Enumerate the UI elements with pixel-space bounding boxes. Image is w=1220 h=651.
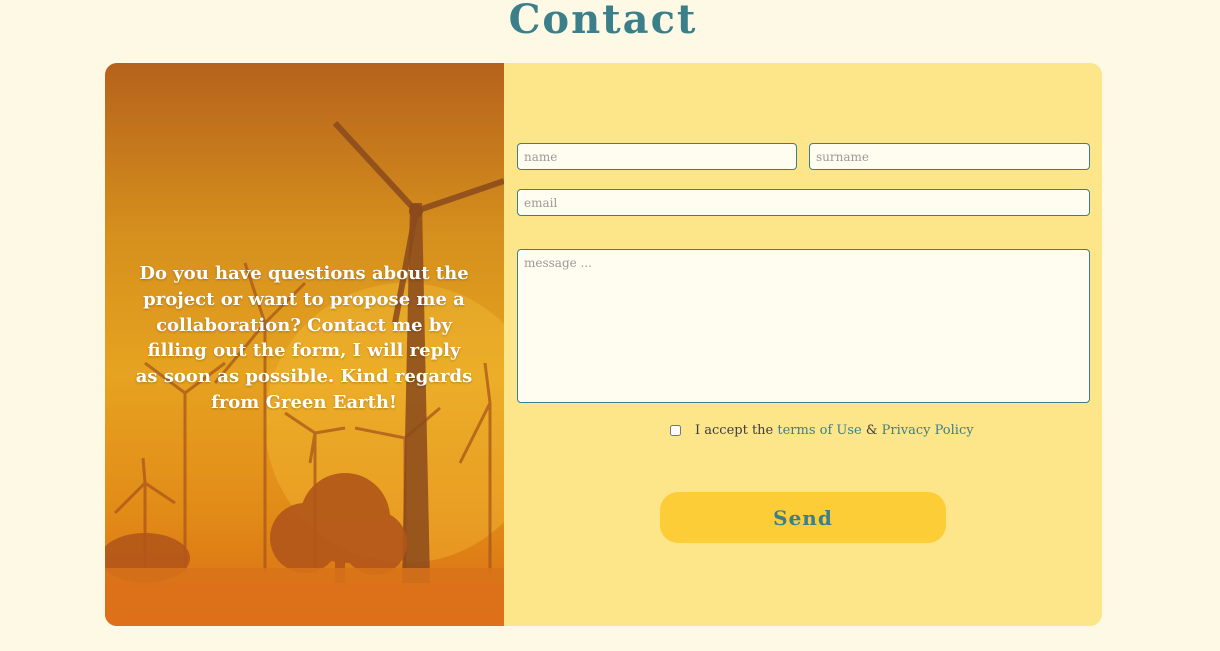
wind-turbine-image: Do you have questions about the project … — [105, 63, 504, 626]
terms-prefix: I accept the — [695, 423, 774, 438]
terms-checkbox[interactable] — [670, 425, 681, 436]
contact-form: I accept the terms of Use & Privacy Poli… — [504, 63, 1102, 626]
terms-row: I accept the terms of Use & Privacy Poli… — [670, 423, 974, 438]
page-title: Contact — [508, 0, 698, 43]
name-input[interactable] — [517, 143, 797, 170]
contact-intro-text: Do you have questions about the project … — [135, 263, 473, 413]
privacy-policy-link[interactable]: Privacy Policy — [882, 423, 974, 438]
send-button[interactable]: Send — [660, 492, 946, 543]
terms-of-use-link[interactable]: terms of Use — [777, 423, 861, 438]
message-textarea[interactable] — [517, 249, 1090, 403]
terms-separator: & — [865, 423, 878, 438]
surname-input[interactable] — [809, 143, 1090, 170]
email-input[interactable] — [517, 189, 1090, 216]
contact-card: Do you have questions about the project … — [105, 63, 1102, 626]
